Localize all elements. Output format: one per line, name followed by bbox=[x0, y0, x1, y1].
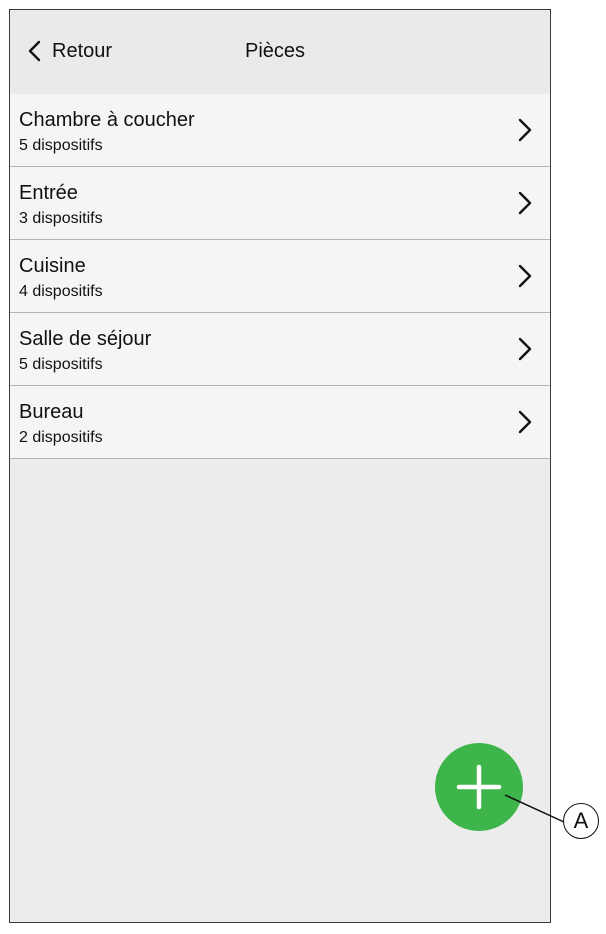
room-name: Cuisine bbox=[19, 255, 86, 277]
chevron-right-icon bbox=[518, 410, 532, 434]
back-label: Retour bbox=[52, 39, 113, 62]
chevron-left-icon bbox=[28, 40, 41, 62]
chevron-right-icon bbox=[518, 191, 532, 215]
back-button[interactable]: Retour bbox=[26, 36, 112, 66]
chevron-right-icon bbox=[518, 264, 532, 288]
room-name: Chambre à coucher bbox=[19, 109, 195, 131]
room-device-count: 5 dispositifs bbox=[19, 137, 103, 154]
chevron-right-icon bbox=[518, 337, 532, 361]
list-item-room[interactable]: Bureau 2 dispositifs bbox=[10, 386, 550, 459]
list-item-room[interactable]: Chambre à coucher 5 dispositifs bbox=[10, 94, 550, 167]
room-device-count: 3 dispositifs bbox=[19, 210, 103, 227]
room-name: Bureau bbox=[19, 401, 84, 423]
room-device-count: 2 dispositifs bbox=[19, 429, 103, 446]
room-device-count: 4 dispositifs bbox=[19, 283, 103, 300]
list-item-room[interactable]: Salle de séjour 5 dispositifs bbox=[10, 313, 550, 386]
plus-icon bbox=[456, 764, 502, 810]
chevron-right-icon bbox=[518, 118, 532, 142]
list-item-room[interactable]: Entrée 3 dispositifs bbox=[10, 167, 550, 240]
room-name: Entrée bbox=[19, 182, 78, 204]
add-room-button[interactable] bbox=[435, 743, 523, 831]
header-bar: Retour Pièces bbox=[10, 10, 550, 94]
room-name: Salle de séjour bbox=[19, 328, 152, 350]
page-title: Pièces bbox=[245, 40, 306, 62]
app-screen: Retour Pièces Chambre à coucher 5 dispos… bbox=[9, 9, 551, 923]
room-list: Chambre à coucher 5 dispositifs Entrée 3… bbox=[10, 94, 550, 459]
list-item-room[interactable]: Cuisine 4 dispositifs bbox=[10, 240, 550, 313]
callout-label: A bbox=[563, 803, 599, 839]
room-device-count: 5 dispositifs bbox=[19, 356, 103, 373]
